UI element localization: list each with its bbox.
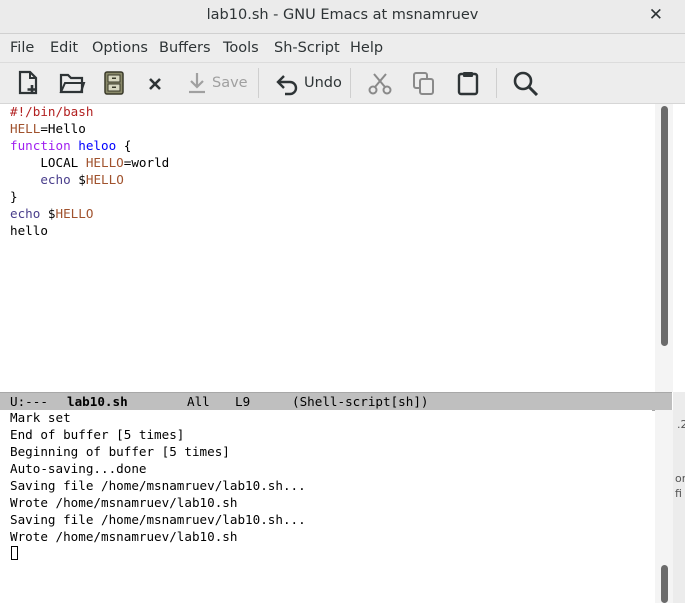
message-line: Mark set <box>10 410 71 425</box>
code-token: heloo <box>78 138 117 153</box>
dired-cabinet-icon <box>102 70 126 96</box>
undo-label: Undo <box>304 75 342 91</box>
open-file-button[interactable] <box>58 69 86 97</box>
code-line: HELL=Hello <box>10 121 86 138</box>
code-token: HELL <box>10 121 41 136</box>
search-button[interactable] <box>512 69 540 97</box>
code-line: LOCAL HELLO=world <box>10 155 169 172</box>
close-buffer-icon <box>145 70 165 96</box>
save-label: Save <box>212 75 248 91</box>
dired-button[interactable] <box>102 69 126 97</box>
code-line: } <box>10 189 18 206</box>
editor-scrollbar[interactable] <box>655 104 673 392</box>
copy-button[interactable] <box>411 69 437 97</box>
modeline-buffer-name[interactable]: lab10.sh <box>67 394 128 409</box>
new-file-icon <box>15 70 41 96</box>
code-token: $ <box>70 172 86 187</box>
code-token: HELLO <box>85 155 124 170</box>
copy-icon <box>411 70 437 96</box>
code-token: echo <box>10 206 41 221</box>
code-token: HELLO <box>85 172 124 187</box>
save-button[interactable]: Save <box>186 69 248 97</box>
code-token: echo <box>40 172 71 187</box>
background-window: .2 om fi <box>673 392 685 603</box>
cut-button[interactable] <box>367 69 393 97</box>
echo-area[interactable]: Mark set End of buffer [5 times] Beginning… <box>0 410 652 603</box>
modeline-status: U:--- <box>10 394 48 409</box>
modeline-line: L9 <box>235 394 251 409</box>
code-token: } <box>10 189 18 204</box>
message-line: Saving file /home/msnamruev/lab10.sh... <box>10 512 306 527</box>
code-token: #!/bin/bash <box>10 104 94 119</box>
code-token: LOCAL <box>10 155 86 170</box>
menu-tools[interactable]: Tools <box>223 40 259 56</box>
menu-edit[interactable]: Edit <box>50 40 78 56</box>
menu-help[interactable]: Help <box>350 40 383 56</box>
editor-buffer[interactable]: #!/bin/bash HELL=Hello function heloo { LO… <box>0 104 652 392</box>
menubar: File Edit Options Buffers Tools Sh-Scrip… <box>0 34 685 63</box>
message-line: Wrote /home/msnamruev/lab10.sh <box>10 495 238 510</box>
toolbar-separator <box>350 68 351 98</box>
message-line: End of buffer [5 times] <box>10 427 185 442</box>
paste-icon <box>455 70 481 96</box>
code-token: function <box>10 138 71 153</box>
close-window-button[interactable]: ✕ <box>649 5 663 25</box>
background-text: om <box>675 472 685 485</box>
paste-button[interactable] <box>455 69 481 97</box>
toolbar: Save Undo <box>0 63 685 104</box>
code-line: function heloo { <box>10 138 131 155</box>
undo-icon <box>274 70 300 96</box>
close-buffer-button[interactable] <box>145 69 165 97</box>
window-title: lab10.sh - GNU Emacs at msnamruev <box>206 7 479 23</box>
code-line: hello <box>10 223 48 240</box>
editor-scrollbar-thumb[interactable] <box>661 106 668 346</box>
message-line: Auto-saving...done <box>10 461 147 476</box>
code-line: #!/bin/bash <box>10 104 93 121</box>
menu-buffers[interactable]: Buffers <box>159 40 211 56</box>
echo-scrollbar[interactable] <box>655 410 673 603</box>
menu-file[interactable]: File <box>10 40 34 56</box>
code-line: echo $HELLO <box>10 206 93 223</box>
new-file-button[interactable] <box>15 69 41 97</box>
search-icon <box>512 70 540 96</box>
undo-button[interactable]: Undo <box>274 69 342 97</box>
text-cursor <box>11 546 18 560</box>
code-token: $ <box>40 206 56 221</box>
code-token: =world <box>123 155 170 170</box>
save-icon <box>186 70 208 96</box>
window-titlebar[interactable]: lab10.sh - GNU Emacs at msnamruev ✕ <box>0 0 685 34</box>
modeline-position: All <box>187 394 210 409</box>
modeline-major-mode[interactable]: (Shell-script[sh]) <box>292 394 428 409</box>
message-line: Beginning of buffer [5 times] <box>10 444 230 459</box>
code-line: echo $HELLO <box>10 172 124 189</box>
menu-options[interactable]: Options <box>92 40 148 56</box>
message-line: Saving file /home/msnamruev/lab10.sh... <box>10 478 306 493</box>
menu-sh-script[interactable]: Sh-Script <box>274 40 340 56</box>
echo-scrollbar-thumb[interactable] <box>661 565 668 603</box>
mode-line: U:--- lab10.sh All L9 (Shell-script[sh]) <box>0 392 672 411</box>
code-token: HELLO <box>55 206 94 221</box>
toolbar-separator <box>496 68 497 98</box>
code-token: =Hello <box>40 121 86 136</box>
background-text: .2 <box>677 418 685 431</box>
open-folder-icon <box>58 70 86 96</box>
code-token: { <box>116 138 132 153</box>
background-text: fi <box>675 487 682 500</box>
cut-icon <box>367 70 393 96</box>
message-line: Wrote /home/msnamruev/lab10.sh <box>10 529 238 544</box>
toolbar-separator <box>258 68 259 98</box>
code-token: hello <box>10 223 48 238</box>
